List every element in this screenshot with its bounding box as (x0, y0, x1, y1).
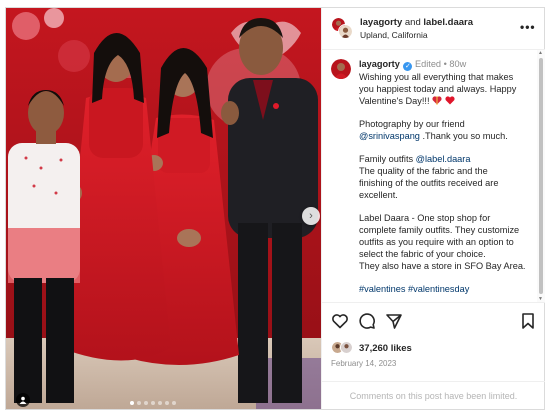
caption-line: Wishing you all everything that makes (359, 72, 514, 82)
caption-line: select the fabric of your choice. (359, 249, 486, 259)
caption-line: outfits as you require with an option to (359, 237, 514, 247)
tagged-users-button[interactable] (16, 393, 30, 407)
red-heart-icon (445, 96, 455, 105)
caption-line: excellent. (359, 190, 398, 200)
caption-line: finishing of the outfits received are (359, 178, 499, 188)
caption-line: Valentine's Day!!! (359, 95, 531, 107)
caption-area: layagorty ✓ Edited • 80w Wishing you all… (322, 50, 537, 302)
caption-line: you happiest today and always. Happy (359, 84, 517, 94)
carousel-dot (158, 401, 162, 405)
post-photo[interactable]: › (6, 8, 321, 409)
instagram-post-modal: › layagorty and label.daara Upland, Cali… (0, 0, 550, 416)
action-bar: 37,260 likes February 14, 2023 Comments … (322, 302, 545, 409)
post-authors: layagorty and label.daara (360, 17, 473, 28)
caption-line: complete family outfits. They customize (359, 225, 520, 235)
collaborator-link[interactable]: label.daara (423, 17, 473, 28)
post-header: layagorty and label.daara Upland, Califo… (322, 8, 545, 50)
caption-username[interactable]: layagorty (359, 59, 400, 69)
mention-link[interactable]: @srinivaspang (359, 131, 420, 141)
likes-row[interactable]: 37,260 likes (331, 341, 412, 355)
comments-limited-notice: Comments on this post have been limited. (322, 381, 545, 410)
avatar (340, 341, 353, 354)
avatar (338, 24, 353, 39)
likes-count[interactable]: 37,260 likes (359, 343, 412, 354)
caption-text: layagorty ✓ Edited • 80w Wishing you all… (359, 58, 531, 295)
post-date[interactable]: February 14, 2023 (331, 359, 396, 368)
caption-line-text: Family outfits (359, 154, 416, 164)
carousel-dot (137, 401, 141, 405)
next-photo-button[interactable]: › (302, 207, 320, 225)
bookmark-icon[interactable] (519, 312, 537, 330)
caption-line-text: .Thank you so much. (419, 131, 508, 141)
person-icon (19, 396, 27, 404)
edited-label: Edited (414, 59, 442, 69)
carousel-indicator (130, 401, 176, 405)
liker-avatars (331, 341, 357, 355)
scroll-up-icon[interactable]: ▲ (538, 50, 543, 56)
collab-avatars[interactable] (331, 17, 353, 39)
more-options-icon[interactable]: ••• (520, 20, 536, 34)
and-text: and (404, 17, 421, 28)
ribbon-heart-icon (432, 96, 442, 105)
location-link[interactable]: Upland, California (360, 30, 428, 40)
caption-line-text: Valentine's Day!!! (359, 96, 430, 106)
chevron-right-icon: › (309, 209, 313, 222)
caption-line: The quality of the fabric and the (359, 166, 488, 176)
caption-line: @srinivaspang .Thank you so much. (359, 130, 531, 142)
carousel-dot (130, 401, 134, 405)
caption-scrollbar[interactable]: ▲ ▼ (537, 50, 545, 302)
share-icon[interactable] (385, 312, 403, 330)
carousel-dot (172, 401, 176, 405)
heart-icon[interactable] (331, 312, 349, 330)
family-photo-illustration (6, 8, 321, 409)
post-age[interactable]: 80w (449, 59, 466, 69)
mention-link[interactable]: @label.daara (416, 154, 471, 164)
carousel-dot (165, 401, 169, 405)
carousel-dot (144, 401, 148, 405)
hashtag-links[interactable]: #valentines #valentinesday (359, 283, 531, 295)
verified-badge-icon: ✓ (403, 62, 413, 71)
comment-icon[interactable] (358, 312, 376, 330)
author-link[interactable]: layagorty (360, 17, 402, 28)
caption-line: Photography by our friend (359, 119, 465, 129)
post-side-panel: layagorty and label.daara Upland, Califo… (321, 8, 545, 409)
separator: • (443, 59, 447, 69)
caption-line: Label Daara - One stop shop for (359, 213, 491, 223)
avatar[interactable] (331, 59, 351, 79)
caption-line: Family outfits @label.daara (359, 153, 531, 165)
caption-line: They also have a store in SFO Bay Area. (359, 261, 526, 271)
scrollbar-thumb[interactable] (539, 58, 543, 294)
carousel-dot (151, 401, 155, 405)
